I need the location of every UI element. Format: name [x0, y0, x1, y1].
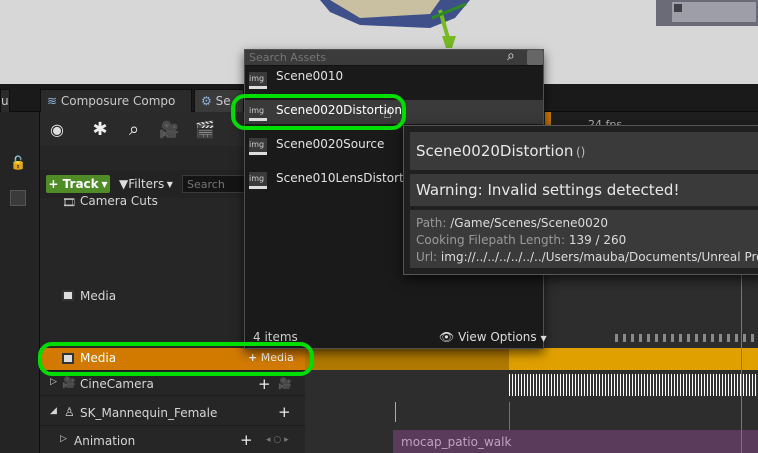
user-filter-icon[interactable]: [527, 50, 543, 65]
filters-button[interactable]: ▼ Filters ▼: [116, 175, 176, 193]
track-search-input[interactable]: [182, 175, 250, 193]
add-button[interactable]: +: [278, 403, 291, 421]
tooltip-details: Path: /Game/Scenes/Scene0020 Cooking Fil…: [410, 210, 758, 268]
audio-waveform: [509, 374, 758, 396]
expand-arrow-icon[interactable]: ▷: [50, 377, 57, 387]
asset-tooltip: Scene0020Distortion () Warning: Invalid …: [403, 125, 758, 275]
asset-thumbnail: img: [249, 104, 267, 121]
asset-item-scene0020distortion[interactable]: img Scene0020Distortion ☝: [245, 100, 543, 124]
media-icon: [62, 353, 74, 364]
playhead-marker[interactable]: [545, 112, 551, 126]
asset-thumbnail: img: [249, 172, 267, 189]
collapse-arrow-icon[interactable]: ◢: [50, 406, 57, 416]
sequencer-icon: ⚙: [201, 94, 212, 108]
add-button[interactable]: +: [258, 375, 271, 393]
tooltip-warning: Warning: Invalid settings detected!: [410, 174, 758, 206]
hand-cursor-icon: ☝: [383, 104, 393, 122]
tooltip-header: Scene0020Distortion (): [410, 132, 758, 170]
view-options-button[interactable]: 👁 View Options ▼: [439, 330, 547, 344]
skeletal-mesh-icon: ♙: [64, 405, 75, 419]
asset-thumbnail: img: [249, 72, 267, 89]
left-strip: 🔓: [0, 112, 40, 453]
add-actor-icon[interactable]: ✱: [88, 116, 112, 142]
asset-thumbnail: img: [249, 138, 267, 155]
add-button[interactable]: +: [240, 431, 253, 449]
search-icon[interactable]: ⌕: [122, 116, 146, 142]
item-count: 4 items: [253, 330, 298, 344]
plus-icon: +: [48, 177, 63, 191]
cinecamera-icon: 🎥: [62, 376, 76, 389]
track-media-selected[interactable]: Media + Media: [40, 348, 305, 370]
tab-composure[interactable]: ≋ Composure Compo: [40, 89, 192, 112]
expand-arrow-icon[interactable]: ▷: [60, 434, 67, 444]
tab-sequencer[interactable]: ⚙ Se: [194, 89, 244, 112]
asset-search-input[interactable]: [245, 50, 505, 65]
add-track-button[interactable]: + Track ▼: [46, 175, 110, 193]
render-clapper-icon[interactable]: 🎬: [192, 116, 218, 142]
save-icon[interactable]: [10, 190, 26, 206]
play-range-pre: [305, 348, 509, 370]
media-icon: [62, 290, 74, 301]
camera-icon[interactable]: 🎥: [278, 377, 292, 390]
add-media-button[interactable]: + Media: [248, 351, 294, 364]
asset-item-scene0010[interactable]: img Scene0010: [245, 66, 543, 90]
sequencer-toolbar: ◉ ✱ ⌕ 🎥 🎬: [40, 112, 250, 146]
cursor-line: [395, 402, 396, 422]
track-animation[interactable]: ▷ Animation + ◂ ○ ▸: [40, 430, 305, 453]
tooltip-url-row: Url: img://../../../../../../Users/mauba…: [416, 250, 758, 264]
stack-icon: ≋: [47, 94, 58, 108]
world-icon[interactable]: ◉: [44, 118, 70, 140]
chevron-down-icon: ▼: [98, 179, 108, 189]
track-sk-mannequin[interactable]: ◢ ♙ SK_Mannequin_Female +: [40, 402, 305, 426]
chevron-down-icon: ▼: [540, 334, 547, 343]
end-marker: [741, 262, 742, 453]
filter-icon: ▼: [119, 177, 129, 191]
eye-icon: 👁: [439, 330, 455, 344]
animation-section[interactable]: mocap_patio_walk: [393, 430, 758, 453]
chevron-down-icon: ▼: [164, 179, 173, 189]
camera-icon[interactable]: 🎥: [156, 116, 182, 142]
key-navigation-icon[interactable]: ◂ ○ ▸: [266, 435, 289, 445]
track-divider: [40, 370, 305, 371]
scrub-dots: [615, 334, 758, 342]
search-icon[interactable]: ⌕: [507, 48, 515, 64]
asset-search-box: ⌕: [245, 48, 543, 66]
tooltip-path-row: Path: /Game/Scenes/Scene0020: [416, 216, 609, 230]
camera-cuts-icon: 🎞: [62, 196, 76, 209]
tooltip-cook-row: Cooking Filepath Length: 139 / 260: [416, 233, 627, 247]
tab-partial[interactable]: u: [0, 89, 10, 112]
track-cinecamera[interactable]: ▷ 🎥 CineCamera + 🎥: [40, 374, 305, 396]
plus-icon: +: [248, 351, 258, 364]
lock-icon[interactable]: 🔓: [10, 156, 26, 171]
